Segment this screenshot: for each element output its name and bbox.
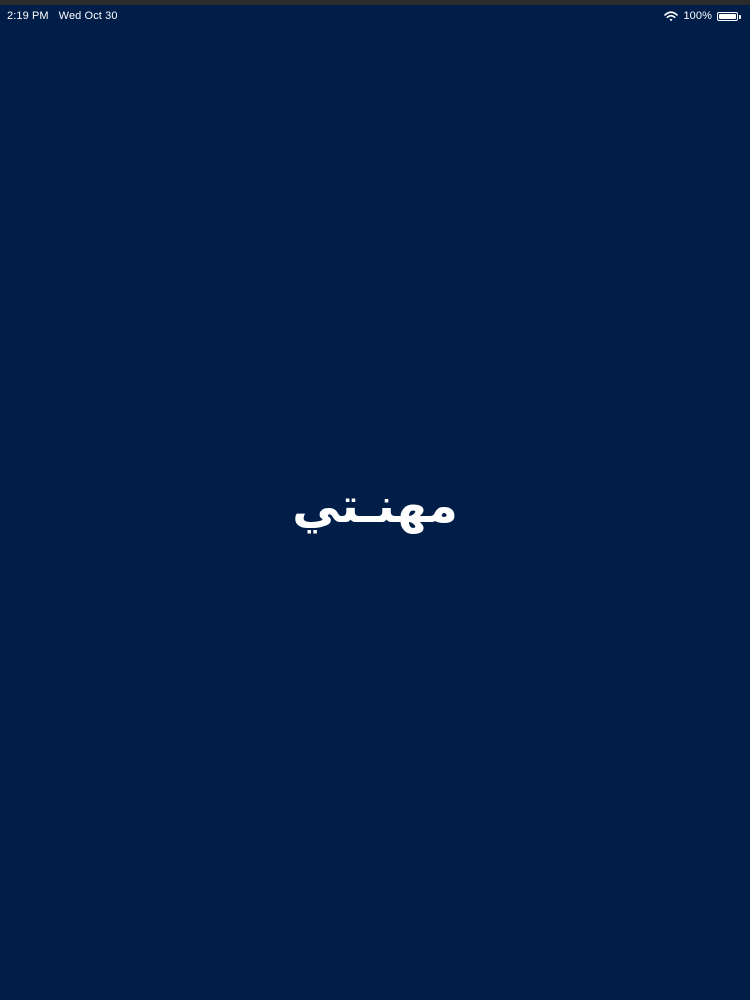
status-date: Wed Oct 30 [58,10,118,22]
battery-cap [739,14,741,19]
status-left: 2:19 PM Wed Oct 30 [7,10,118,22]
app-logo-text: مهنـتي [292,478,458,534]
status-time: 2:19 PM [7,10,49,22]
wifi-icon [664,10,679,21]
status-bar: 2:19 PM Wed Oct 30 100% [0,5,750,27]
battery-icon [717,11,741,21]
battery-fill [719,13,736,19]
splash-screen: 2:19 PM Wed Oct 30 100% مهنـتي [0,0,750,1000]
status-right: 100% [664,10,741,22]
battery-percentage: 100% [683,10,712,22]
